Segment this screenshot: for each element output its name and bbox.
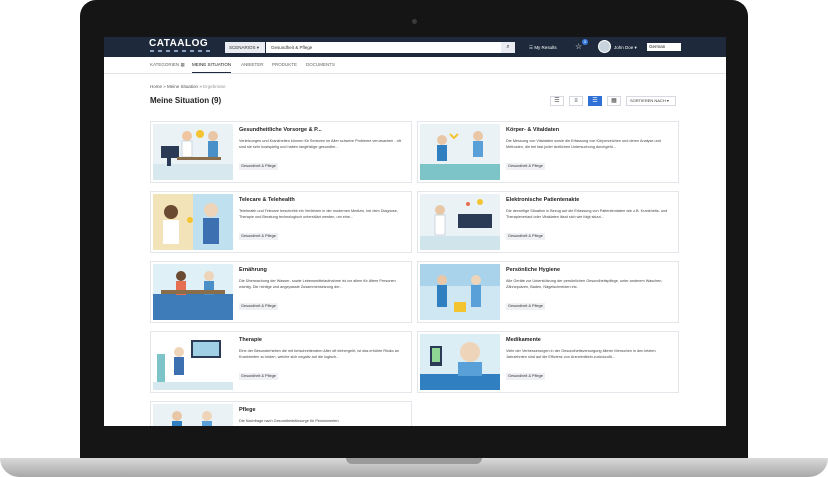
grid-view-icon: ▦ [611,98,617,104]
user-name: John Doe [614,45,634,50]
my-results-label: My Results [534,45,557,50]
card-title: Pflege [239,407,256,413]
breadcrumb-situation[interactable]: Meine Situation [167,84,198,89]
list-icon: ☰ [529,45,534,50]
card-tag[interactable]: Gesundheit & Pflege [506,233,545,240]
search-icon: ⌕ [506,44,510,50]
card-therapie[interactable]: Therapie Eine der Besonderheiten die mit… [150,331,412,393]
card-title: Körper- & Vitaldaten [506,127,560,133]
card-title: Medikamente [506,337,541,343]
breadcrumb: Home » Meine Situation » Ergebnisse [150,84,226,89]
grid-view-button[interactable]: ▦ [607,96,621,106]
card-title: Gesundheitliche Vorsorge & P... [239,127,322,133]
card-title: Persönliche Hygiene [506,267,561,273]
card-telecare[interactable]: Telecare & Telehealth Telehealth und Tel… [150,191,412,253]
scenario-dropdown[interactable]: SCENARIOS ▾ [225,42,265,53]
compact-list-button[interactable]: ≡ [569,96,583,106]
card-pflege[interactable]: Pflege Die Nachfrage nach Gesundheitsfür… [150,401,412,426]
card-illustration [420,264,500,320]
card-tag[interactable]: Gesundheit & Pflege [239,303,278,310]
card-description: Die Nachfrage nach Gesundheitsfürsorge f… [239,419,339,423]
card-title: Telecare & Telehealth [239,197,295,203]
card-persoenliche-hygiene[interactable]: Persönliche Hygiene Alle Geräte zur Unte… [417,261,679,323]
card-description: Die derzeitige Situation in Bezug auf di… [506,209,668,219]
search-button[interactable]: ⌕ [501,42,515,53]
card-gesundheitliche-vorsorge[interactable]: Gesundheitliche Vorsorge & P... Verletzu… [150,121,412,183]
card-illustration [153,124,233,180]
card-tag[interactable]: Gesundheit & Pflege [239,163,278,170]
scenario-dropdown-label: SCENARIOS [229,45,256,50]
sort-dropdown[interactable]: SORTIEREN NACH ▾ [626,96,676,106]
breadcrumb-home[interactable]: Home [150,84,162,89]
card-illustration [420,124,500,180]
screen: CATAALOG SCENARIOS ▾ Gesundheit & Pflege… [104,37,726,426]
star-count-badge: 0 [582,39,588,45]
laptop-notch [346,458,482,464]
sub-navigation: KATEGORIEN ▦ MEINE SITUATION ANBIETER PR… [104,57,726,74]
breadcrumb-results: Ergebnisse [203,84,226,89]
tab-meine-situation[interactable]: MEINE SITUATION [192,57,232,73]
card-ernaehrung[interactable]: Ernährung Die Überwachung der Wasser- so… [150,261,412,323]
card-title: Ernährung [239,267,267,273]
card-title: Therapie [239,337,262,343]
card-illustration [153,334,233,390]
language-select[interactable]: German [647,43,681,51]
my-results-link[interactable]: ☰ My Results [529,42,557,53]
card-description: Die Messung von Vitaldaten sowie die Erf… [506,139,661,149]
card-tag[interactable]: Gesundheit & Pflege [239,233,278,240]
card-elektronische-patientenakte[interactable]: Elektronische Patientenakte Die derzeiti… [417,191,679,253]
chevron-down-icon: ▾ [666,98,669,103]
card-tag[interactable]: Gesundheit & Pflege [506,373,545,380]
search-input[interactable]: Gesundheit & Pflege [266,42,501,53]
card-description: Eine der Besonderheiten die mit fortschr… [239,349,399,359]
avatar[interactable] [598,40,611,53]
card-description: Die Überwachung der Wasser- sowie Lebens… [239,279,396,289]
card-description: Telehealth und Telecare beschreibt ein V… [239,209,398,219]
chevron-down-icon: ▾ [256,45,260,50]
card-tag[interactable]: Gesundheit & Pflege [506,163,545,170]
tab-produkte[interactable]: PRODUKTE [272,57,297,73]
user-menu[interactable]: John Doe ▾ [614,42,637,53]
card-list-button[interactable]: ☰ [588,96,602,106]
card-koerper-vitaldaten[interactable]: Körper- & Vitaldaten Die Messung von Vit… [417,121,679,183]
chevron-down-icon: ▾ [634,45,637,50]
tab-anbieter[interactable]: ANBIETER [241,57,264,73]
tab-kategorien-label: KATEGORIEN [150,62,180,67]
card-illustration [420,334,500,390]
top-navbar: CATAALOG SCENARIOS ▾ Gesundheit & Pflege… [104,37,726,57]
list-view-icon: ☰ [554,98,560,104]
card-tag[interactable]: Gesundheit & Pflege [239,373,278,380]
card-description: Verletzungen und Krankheiten können für … [239,139,401,149]
card-illustration [153,404,233,426]
sort-label: SORTIEREN NACH [630,98,666,103]
compact-list-icon: ≡ [574,98,578,104]
logo-underline [150,50,212,52]
tab-kategorien[interactable]: KATEGORIEN ▦ [150,57,185,73]
card-list-icon: ☰ [592,98,598,104]
card-illustration [420,194,500,250]
grid-icon: ▦ [180,62,185,67]
tab-documents[interactable]: DOCUMENTS [306,57,335,73]
card-illustration [153,264,233,320]
card-tag[interactable]: Gesundheit & Pflege [506,303,545,310]
list-view-button[interactable]: ☰ [550,96,564,106]
card-description: Alle Geräte zur Unterstützung der persön… [506,279,663,289]
camera-icon [412,19,417,24]
card-description: Viele der Verbesserungen in der Gesundhe… [506,349,656,359]
logo[interactable]: CATAALOG [149,39,208,49]
card-medikamente[interactable]: Medikamente Viele der Verbesserungen in … [417,331,679,393]
card-illustration [153,194,233,250]
page-title: Meine Situation (9) [150,96,222,105]
star-icon[interactable]: ☆ [575,41,582,53]
card-title: Elektronische Patientenakte [506,197,580,203]
